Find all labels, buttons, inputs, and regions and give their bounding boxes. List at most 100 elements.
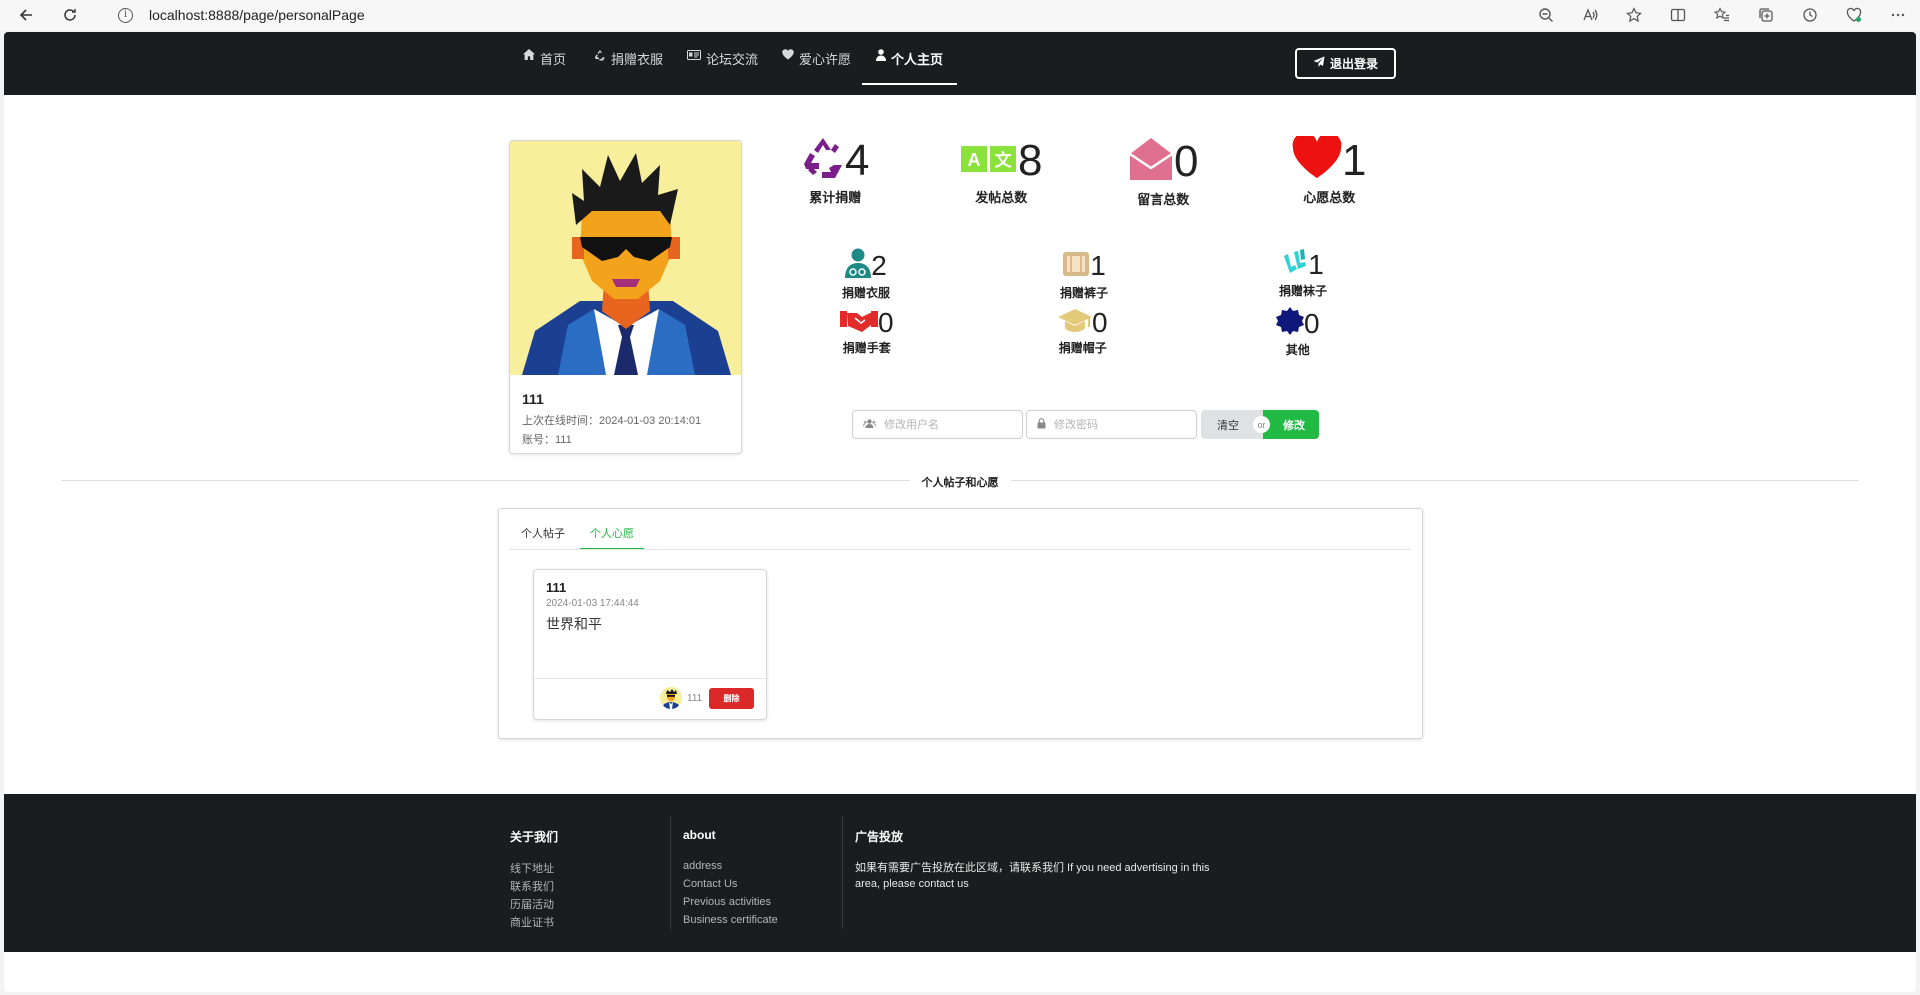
refresh-icon[interactable] [56, 1, 84, 29]
logout-button[interactable]: 退出登录 [1295, 48, 1396, 79]
footer-divider [670, 816, 671, 929]
substat-value: 0 [1092, 306, 1108, 338]
footer-col-ads: 广告投放 如果有需要广告投放在此区域，请联系我们 If you need adv… [855, 828, 1235, 892]
substat-label: 捐赠袜子 [1279, 284, 1328, 298]
logout-label: 退出登录 [1329, 57, 1378, 71]
tab-personal-wishes[interactable]: 个人心愿 [580, 525, 644, 550]
footer-link[interactable]: 联系我们 [510, 878, 558, 896]
stat-label: 累计捐赠 [809, 190, 862, 205]
browser-tools [1524, 0, 1920, 30]
address-bar[interactable]: i localhost:8888/page/personalPage [100, 2, 1600, 28]
svg-text:文: 文 [995, 150, 1013, 171]
tab-underline [509, 549, 1411, 550]
footer-link[interactable]: 历届活动 [510, 896, 558, 914]
substat-socks: 1 捐赠袜子 [1279, 248, 1327, 299]
stat-total-donations: 4 累计捐赠 [801, 136, 869, 206]
footer-ad-text: 如果有需要广告投放在此区域，请联系我们 If you need advertis… [855, 862, 1210, 890]
footer-divider [842, 816, 843, 929]
recycle-icon [594, 49, 606, 64]
avatar [660, 687, 682, 709]
substat-label: 捐赠裤子 [1060, 286, 1109, 300]
favorites-list-icon[interactable] [1700, 0, 1744, 30]
substat-value: 0 [878, 306, 894, 338]
graduation-cap-icon [1058, 307, 1092, 338]
handshake-icon [840, 307, 878, 338]
footer-link[interactable]: 商业证书 [510, 914, 558, 932]
more-menu-icon[interactable] [1876, 0, 1920, 30]
footer-col-about: about address Contact Us Previous activi… [683, 828, 778, 929]
stat-value: 4 [845, 135, 870, 185]
paper-plane-icon [1313, 56, 1325, 71]
home-icon [523, 49, 535, 63]
form-button-group: 清空 or 修改 [1201, 410, 1319, 439]
save-button[interactable]: 修改 [1263, 410, 1319, 439]
footer-col-about-us: 关于我们 线下地址 联系我们 历届活动 商业证书 [510, 828, 558, 932]
wish-user: 111 [687, 693, 703, 704]
substat-value: 1 [1090, 249, 1106, 281]
lock-icon [1037, 417, 1046, 432]
substat-other: 0 其他 [1276, 307, 1320, 358]
substat-label: 捐赠衣服 [842, 286, 891, 300]
browser-toolbar: i localhost:8888/page/personalPage [0, 0, 1920, 30]
url-text[interactable]: localhost:8888/page/personalPage [149, 7, 365, 23]
split-screen-icon[interactable] [1656, 0, 1700, 30]
tab-personal-posts[interactable]: 个人帖子 [511, 525, 575, 550]
wish-card-divider [534, 678, 766, 679]
stat-label: 心愿总数 [1303, 190, 1356, 205]
footer-link[interactable]: Business certificate [683, 911, 778, 929]
svg-text:A: A [968, 150, 981, 170]
stat-label: 留言总数 [1137, 192, 1190, 207]
collections-icon[interactable] [1744, 0, 1788, 30]
substat-label: 捐赠帽子 [1058, 341, 1107, 355]
footer-link[interactable]: Contact Us [683, 875, 778, 893]
username-field[interactable] [852, 410, 1023, 439]
profile-name: 111 [522, 391, 544, 407]
last-online-text: 上次在线时间：2024-01-03 20:14:01 [522, 415, 702, 427]
history-icon[interactable] [1788, 0, 1832, 30]
recycle-icon [801, 136, 845, 185]
heart-icon [782, 49, 794, 63]
substat-label: 其他 [1285, 343, 1310, 357]
read-aloud-icon[interactable] [1568, 0, 1612, 30]
wish-content: 世界和平 [546, 616, 602, 632]
user-doctor-icon [845, 248, 872, 283]
nav-item-profile[interactable]: 个人主页 [862, 49, 958, 85]
footer-link[interactable]: address [683, 857, 778, 875]
info-icon[interactable]: i [118, 7, 133, 23]
favorite-star-icon[interactable] [1612, 0, 1656, 30]
or-separator: or [1253, 416, 1270, 433]
wish-title: 111 [546, 580, 567, 595]
stat-label: 发帖总数 [975, 190, 1028, 205]
nav-item-donate-clothes[interactable]: 捐赠衣服 [594, 49, 663, 85]
translate-icon: A文 [960, 136, 1018, 185]
back-arrow-icon[interactable] [12, 1, 40, 29]
substat-value: 2 [871, 249, 887, 281]
nav-label: 首页 [540, 52, 567, 67]
wish-date: 2024-01-03 17:44:44 [546, 598, 639, 609]
substat-pants: 1 捐赠裤子 [1060, 248, 1108, 301]
zoom-out-icon[interactable] [1524, 0, 1568, 30]
nav-item-home[interactable]: 首页 [523, 49, 566, 85]
top-nav: 首页 捐赠衣服 论坛交流 爱心许愿 个人主页 退出登录 [4, 32, 1916, 95]
password-input[interactable] [1054, 418, 1184, 431]
suitcase-icon [1062, 248, 1090, 283]
username-input[interactable] [884, 418, 1014, 431]
nav-label: 爱心许愿 [799, 52, 852, 67]
nav-label: 捐赠衣服 [611, 52, 664, 67]
nav-item-wish[interactable]: 爱心许愿 [782, 49, 851, 85]
stat-total-posts: A文 8 发帖总数 [960, 136, 1042, 206]
delete-button[interactable]: 删除 [709, 688, 754, 709]
performance-icon[interactable] [1832, 0, 1876, 30]
heart-icon [1292, 132, 1342, 185]
nav-label: 论坛交流 [706, 52, 759, 67]
user-icon [876, 49, 886, 64]
section-title: 个人帖子和心愿 [909, 477, 1011, 489]
footer-link[interactable]: Previous activities [683, 893, 778, 911]
page-content: 首页 捐赠衣服 论坛交流 爱心许愿 个人主页 退出登录 111 上次在线时间：2… [4, 32, 1916, 992]
nav-label: 个人主页 [891, 52, 944, 67]
nav-item-forum[interactable]: 论坛交流 [687, 49, 758, 85]
footer-link[interactable]: 线下地址 [510, 860, 558, 878]
footer-heading: about [683, 828, 716, 842]
envelope-open-icon [1128, 136, 1174, 187]
password-field[interactable] [1026, 410, 1197, 439]
